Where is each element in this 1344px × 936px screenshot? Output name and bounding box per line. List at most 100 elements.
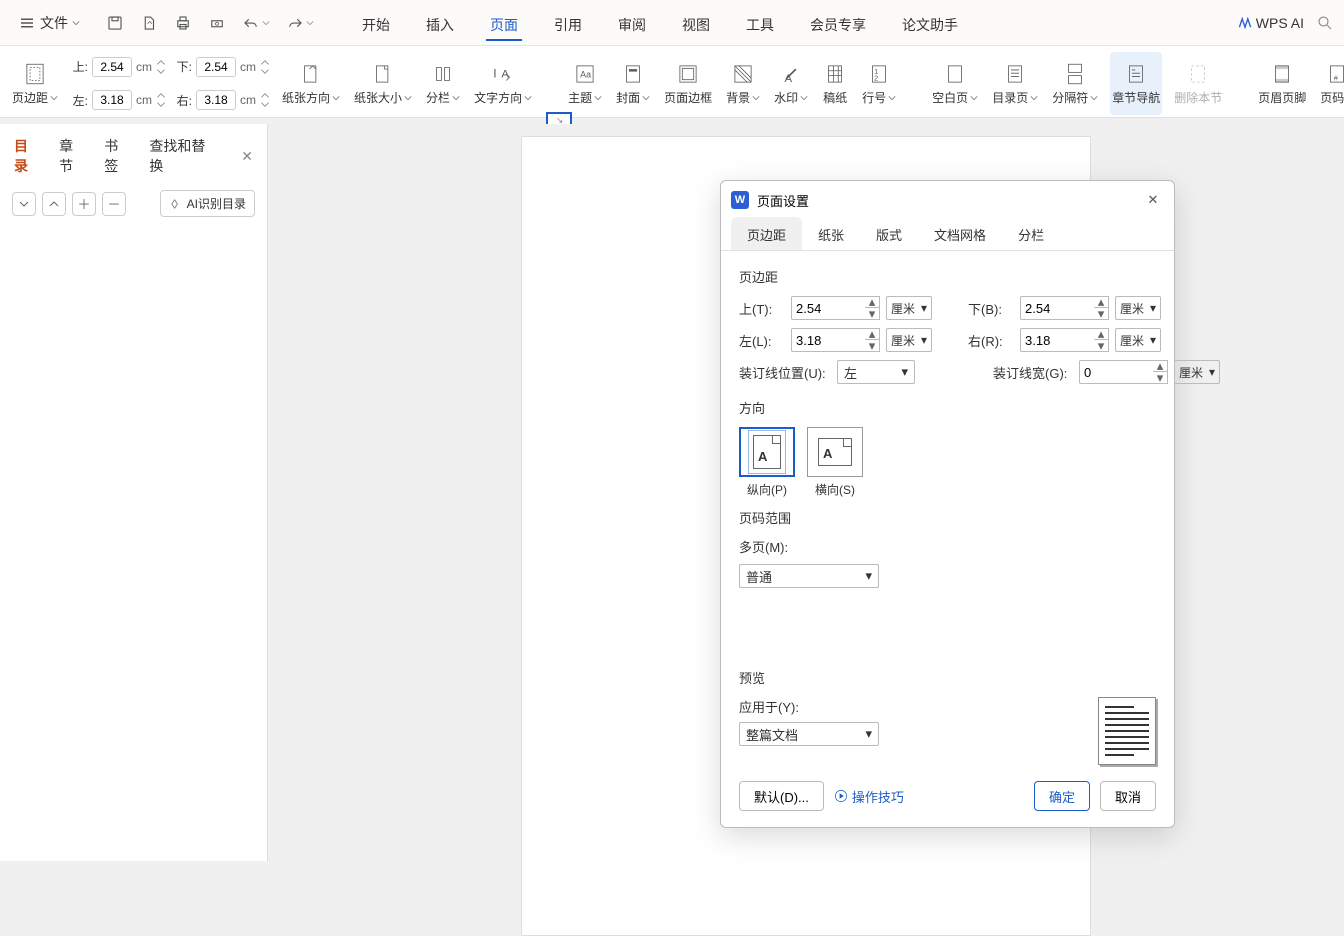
add-item-button[interactable]: ＋ <box>72 192 96 216</box>
gutter-pos-dropdown[interactable]: 左▾ <box>837 360 915 384</box>
text-direction-button[interactable]: ⅠA 文字方向 <box>472 52 534 115</box>
collapse-button[interactable] <box>42 192 66 216</box>
header-footer-button[interactable]: 页眉页脚 <box>1256 52 1308 115</box>
tab-member[interactable]: 会员专享 <box>792 5 884 41</box>
page-setup-dialog: W 页面设置 ✕ 页边距 纸张 版式 文档网格 分栏 页边距 上(T): ▴▾ … <box>720 180 1175 828</box>
spinner[interactable]: ▴▾ <box>865 296 880 320</box>
spinner[interactable]: ▴▾ <box>1094 296 1109 320</box>
default-button[interactable]: 默认(D)... <box>739 781 824 811</box>
ribbon-tabs: 开始 插入 页面 引用 审阅 视图 工具 会员专享 论文助手 <box>344 5 976 41</box>
tab-review[interactable]: 审阅 <box>600 5 664 41</box>
ok-button[interactable]: 确定 <box>1034 781 1090 811</box>
bottom-margin-input[interactable] <box>1020 296 1094 320</box>
paper-size-button[interactable]: 纸张大小 <box>352 52 414 115</box>
manuscript-button[interactable]: 稿纸 <box>820 52 850 115</box>
spinner[interactable] <box>156 91 166 109</box>
margin-right-input[interactable] <box>196 90 236 110</box>
top-unit-dropdown[interactable]: 厘米▾ <box>886 296 932 320</box>
spinner[interactable] <box>260 58 270 76</box>
spinner[interactable] <box>156 58 166 76</box>
wpsai-button[interactable]: WPS AI <box>1238 15 1304 31</box>
undo-button[interactable] <box>242 14 270 32</box>
margin-top-input[interactable] <box>92 57 132 77</box>
tab-reference[interactable]: 引用 <box>536 5 600 41</box>
close-pane-button[interactable]: ✕ <box>241 148 253 165</box>
break-button[interactable]: 分隔符 <box>1050 52 1100 115</box>
print-preview-icon[interactable] <box>208 14 226 32</box>
margin-top-label: 上: <box>70 58 88 75</box>
dtab-margins[interactable]: 页边距 <box>731 217 802 250</box>
remove-item-button[interactable]: － <box>102 192 126 216</box>
margin-left-label: 左: <box>70 92 88 109</box>
chevron-down-icon <box>332 94 340 102</box>
margin-inputs: 上: cm 下: cm 左: cm 右: cm <box>70 52 270 115</box>
tab-view[interactable]: 视图 <box>664 5 728 41</box>
cancel-button[interactable]: 取消 <box>1100 781 1156 811</box>
tab-page[interactable]: 页面 <box>472 5 536 41</box>
cover-button[interactable]: 封面 <box>614 52 652 115</box>
applyto-dropdown[interactable]: 整篇文档▾ <box>739 722 879 746</box>
gutter-width-input[interactable] <box>1079 360 1153 384</box>
sidetab-bookmark[interactable]: 书签 <box>104 136 131 176</box>
portrait-option[interactable]: A 纵向(P) <box>739 427 795 498</box>
spinner[interactable]: ▴▾ <box>865 328 880 352</box>
theme-button[interactable]: Aa 主题 <box>566 52 604 115</box>
dtab-grid[interactable]: 文档网格 <box>918 217 1002 250</box>
page-number-button[interactable]: # 页码 <box>1318 52 1344 115</box>
left-unit-dropdown[interactable]: 厘米▾ <box>886 328 932 352</box>
watermark-button[interactable]: A 水印 <box>772 52 810 115</box>
tab-paper[interactable]: 论文助手 <box>884 5 976 41</box>
gutter-unit-dropdown[interactable]: 厘米▾ <box>1174 360 1220 384</box>
file-menu[interactable]: 文件 <box>10 9 88 37</box>
wpsai-label: WPS AI <box>1256 15 1304 31</box>
chapter-nav-button[interactable]: 章节导航 <box>1110 52 1162 115</box>
landscape-option[interactable]: A 横向(S) <box>807 427 863 498</box>
page-border-button[interactable]: 页面边框 <box>662 52 714 115</box>
svg-text:Aa: Aa <box>580 69 591 79</box>
spinner[interactable]: ▴▾ <box>1153 360 1168 384</box>
redo-button[interactable] <box>286 14 314 32</box>
columns-icon <box>430 61 456 87</box>
spinner[interactable] <box>260 91 270 109</box>
margins-icon <box>22 61 48 87</box>
chevron-down-icon <box>970 94 978 102</box>
tips-link[interactable]: 操作技巧 <box>834 787 904 806</box>
background-button[interactable]: 背景 <box>724 52 762 115</box>
orientation-button[interactable]: 纸张方向 <box>280 52 342 115</box>
sidetab-chapter[interactable]: 章节 <box>59 136 86 176</box>
margin-left-input[interactable] <box>92 90 132 110</box>
right-unit-dropdown[interactable]: 厘米▾ <box>1115 328 1161 352</box>
gutter-pos-label: 装订线位置(U): <box>739 363 831 382</box>
dtab-paper[interactable]: 纸张 <box>802 217 860 250</box>
export-icon[interactable] <box>140 14 158 32</box>
sidetab-toc[interactable]: 目录 <box>14 136 41 176</box>
ribbon: 页边距 上: cm 下: cm 左: cm 右: cm 纸张方向 <box>0 46 1344 118</box>
bottom-unit-dropdown[interactable]: 厘米▾ <box>1115 296 1161 320</box>
dtab-layout[interactable]: 版式 <box>860 217 918 250</box>
tab-start[interactable]: 开始 <box>344 5 408 41</box>
top-margin-input[interactable] <box>791 296 865 320</box>
margin-bottom-input[interactable] <box>196 57 236 77</box>
search-icon[interactable] <box>1316 14 1334 32</box>
tab-insert[interactable]: 插入 <box>408 5 472 41</box>
dtab-columns[interactable]: 分栏 <box>1002 217 1060 250</box>
save-icon[interactable] <box>106 14 124 32</box>
left-margin-input[interactable] <box>791 328 865 352</box>
margins-button[interactable]: 页边距 <box>10 52 60 115</box>
line-number-button[interactable]: 12 行号 <box>860 52 898 115</box>
right-margin-input[interactable] <box>1020 328 1094 352</box>
chevron-down-icon <box>594 94 602 102</box>
ai-toc-button[interactable]: AI识别目录 <box>160 190 255 217</box>
blank-page-button[interactable]: 空白页 <box>930 52 980 115</box>
toc-page-button[interactable]: 目录页 <box>990 52 1040 115</box>
spinner[interactable]: ▴▾ <box>1094 328 1109 352</box>
columns-button[interactable]: 分栏 <box>424 52 462 115</box>
print-icon[interactable] <box>174 14 192 32</box>
sidetab-findreplace[interactable]: 查找和替换 <box>149 136 217 176</box>
tab-tools[interactable]: 工具 <box>728 5 792 41</box>
hamburger-icon <box>18 14 36 32</box>
expand-button[interactable] <box>12 192 36 216</box>
dialog-close-button[interactable]: ✕ <box>1142 189 1164 211</box>
chevron-down-icon <box>50 94 58 102</box>
multipage-dropdown[interactable]: 普通▾ <box>739 564 879 588</box>
